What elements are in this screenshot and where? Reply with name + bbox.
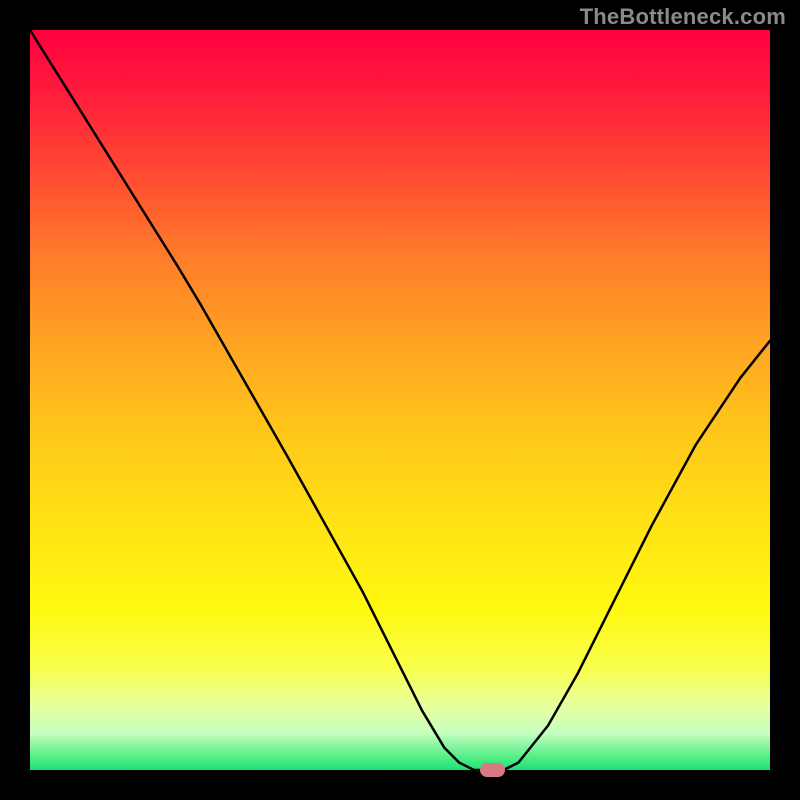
optimal-marker [480, 763, 506, 778]
chart-frame: TheBottleneck.com [0, 0, 800, 800]
watermark-text: TheBottleneck.com [580, 4, 786, 30]
bottleneck-curve [30, 30, 770, 770]
plot-area [30, 30, 770, 770]
